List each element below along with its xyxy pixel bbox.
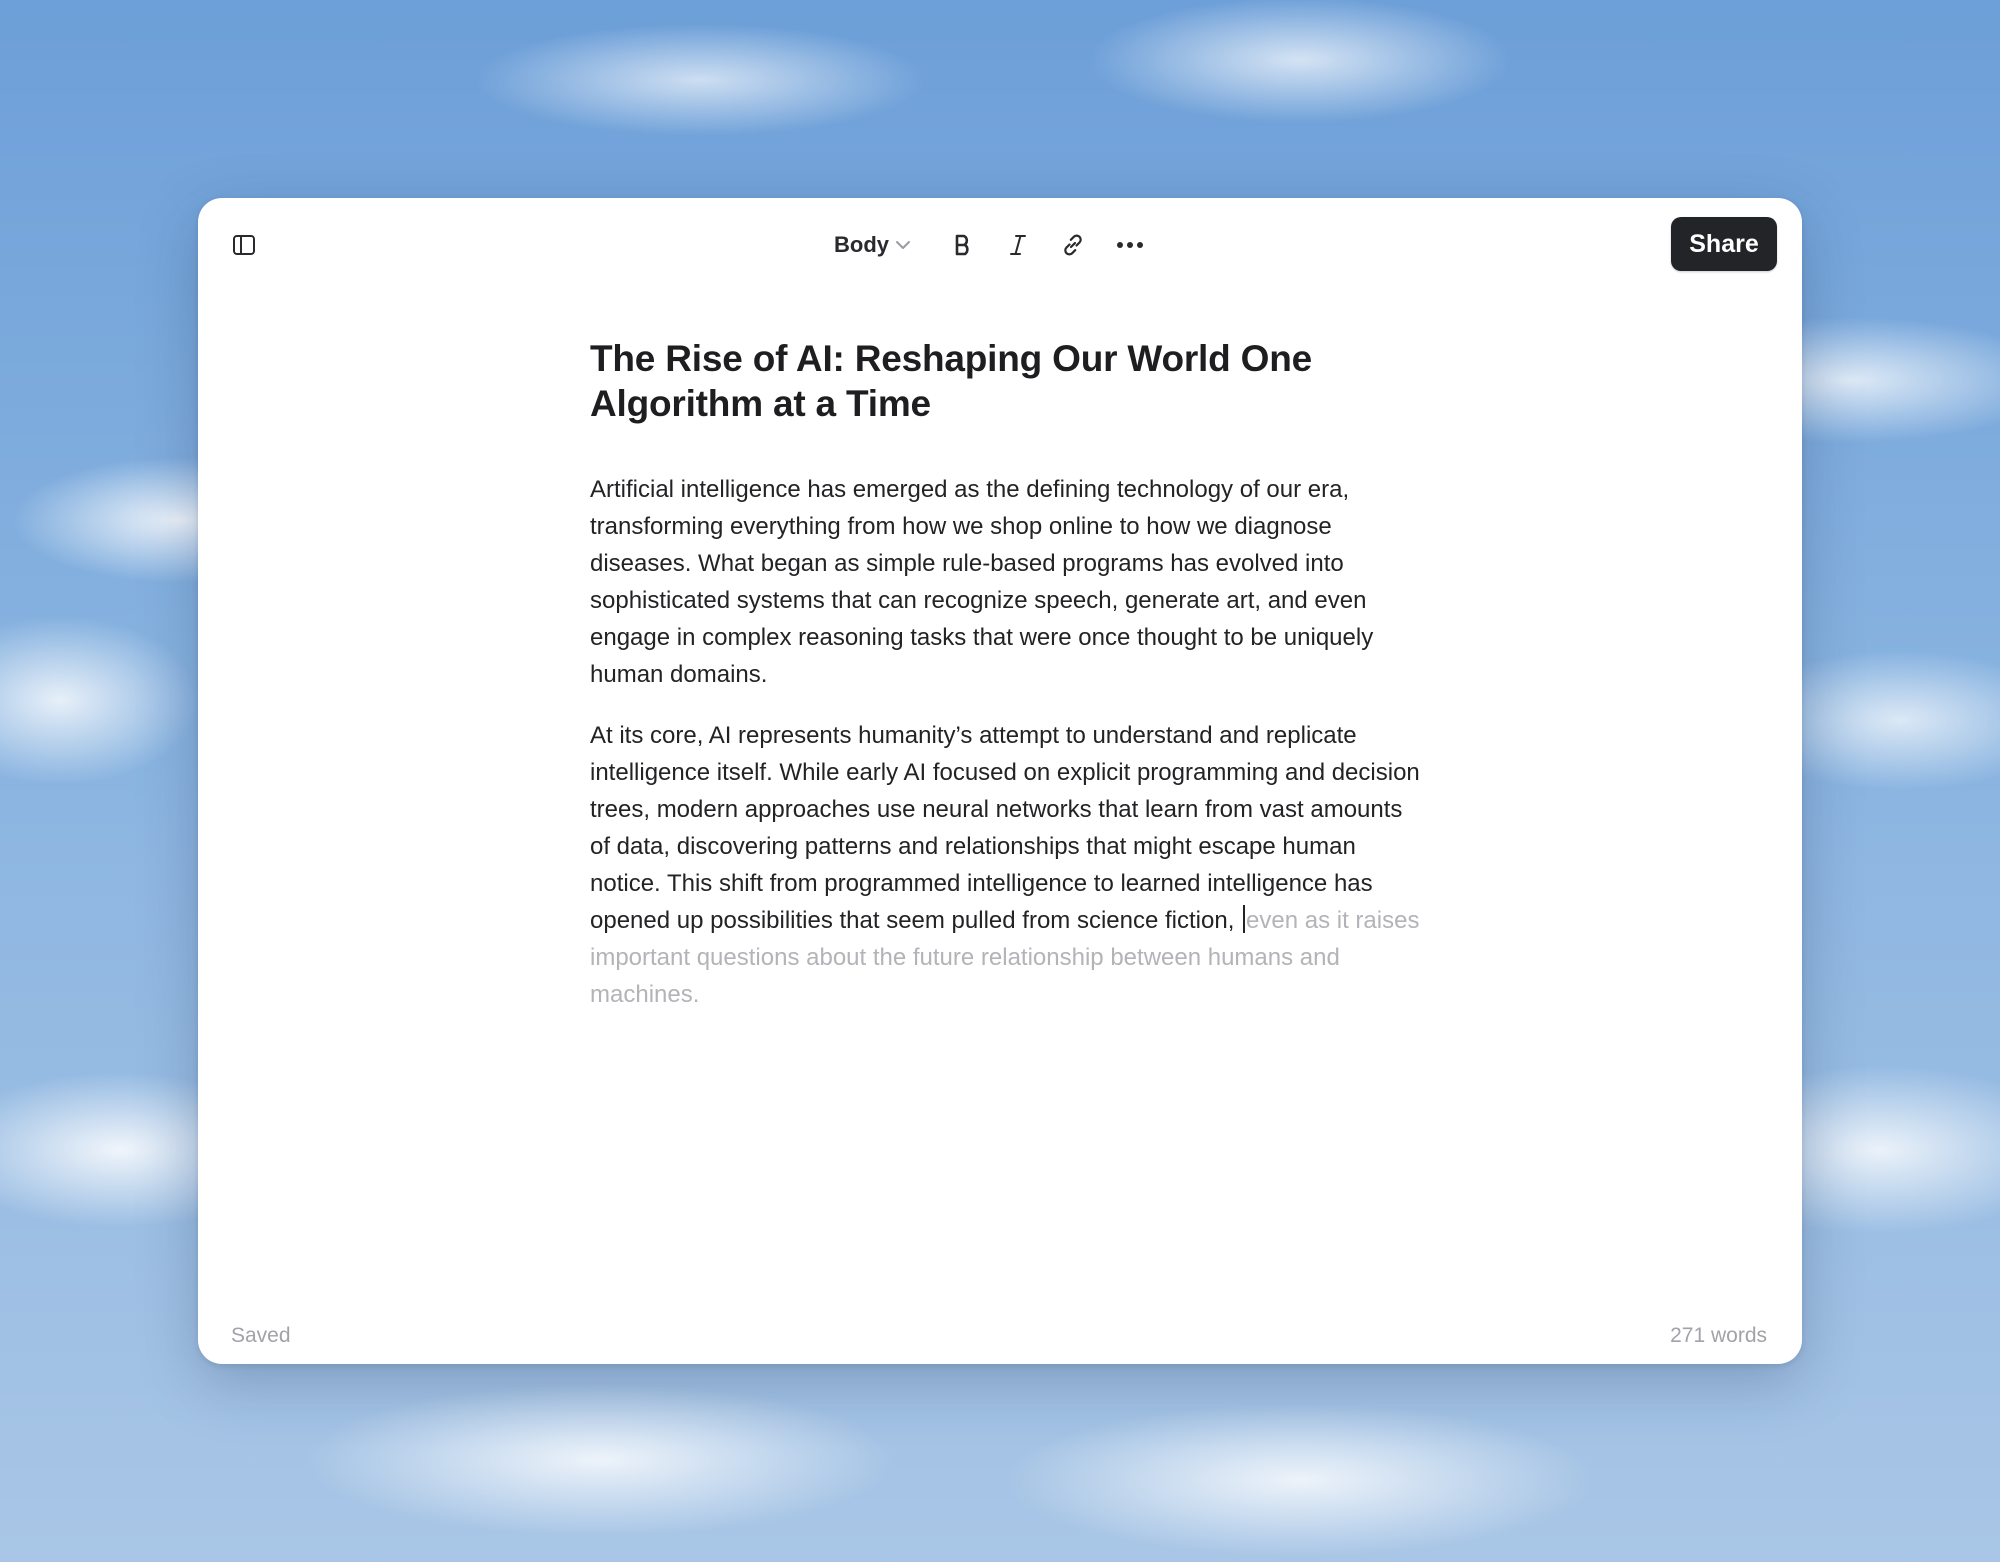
share-button[interactable]: Share xyxy=(1671,217,1777,271)
paragraph[interactable]: Artificial intelligence has emerged as t… xyxy=(590,471,1420,693)
bold-button[interactable] xyxy=(943,225,983,265)
sidebar-toggle-button[interactable] xyxy=(229,230,259,260)
paragraph-text: At its core, AI represents humanity’s at… xyxy=(590,722,1420,934)
editor-window: Body Share The Rise of AI: Reshaping Our… xyxy=(198,198,1802,1364)
more-horizontal-icon xyxy=(1117,242,1143,248)
save-status: Saved xyxy=(231,1324,291,1347)
document-body[interactable]: The Rise of AI: Reshaping Our World One … xyxy=(590,336,1420,1013)
word-count: 271 words xyxy=(1670,1324,1767,1347)
chevron-down-icon xyxy=(896,241,910,249)
italic-icon xyxy=(1010,235,1026,255)
italic-button[interactable] xyxy=(998,225,1038,265)
bold-icon xyxy=(955,234,969,256)
text-style-value: Body xyxy=(834,232,889,257)
sidebar-toggle-icon xyxy=(233,235,255,255)
text-caret xyxy=(1243,905,1246,933)
more-options-button[interactable] xyxy=(1110,225,1150,265)
text-style-dropdown[interactable]: Body xyxy=(830,225,915,265)
link-icon xyxy=(1064,234,1082,256)
document-title[interactable]: The Rise of AI: Reshaping Our World One … xyxy=(590,336,1420,426)
formatting-toolbar: Body xyxy=(830,220,1150,270)
link-button[interactable] xyxy=(1053,225,1093,265)
paragraph[interactable]: At its core, AI represents humanity’s at… xyxy=(590,717,1420,1013)
